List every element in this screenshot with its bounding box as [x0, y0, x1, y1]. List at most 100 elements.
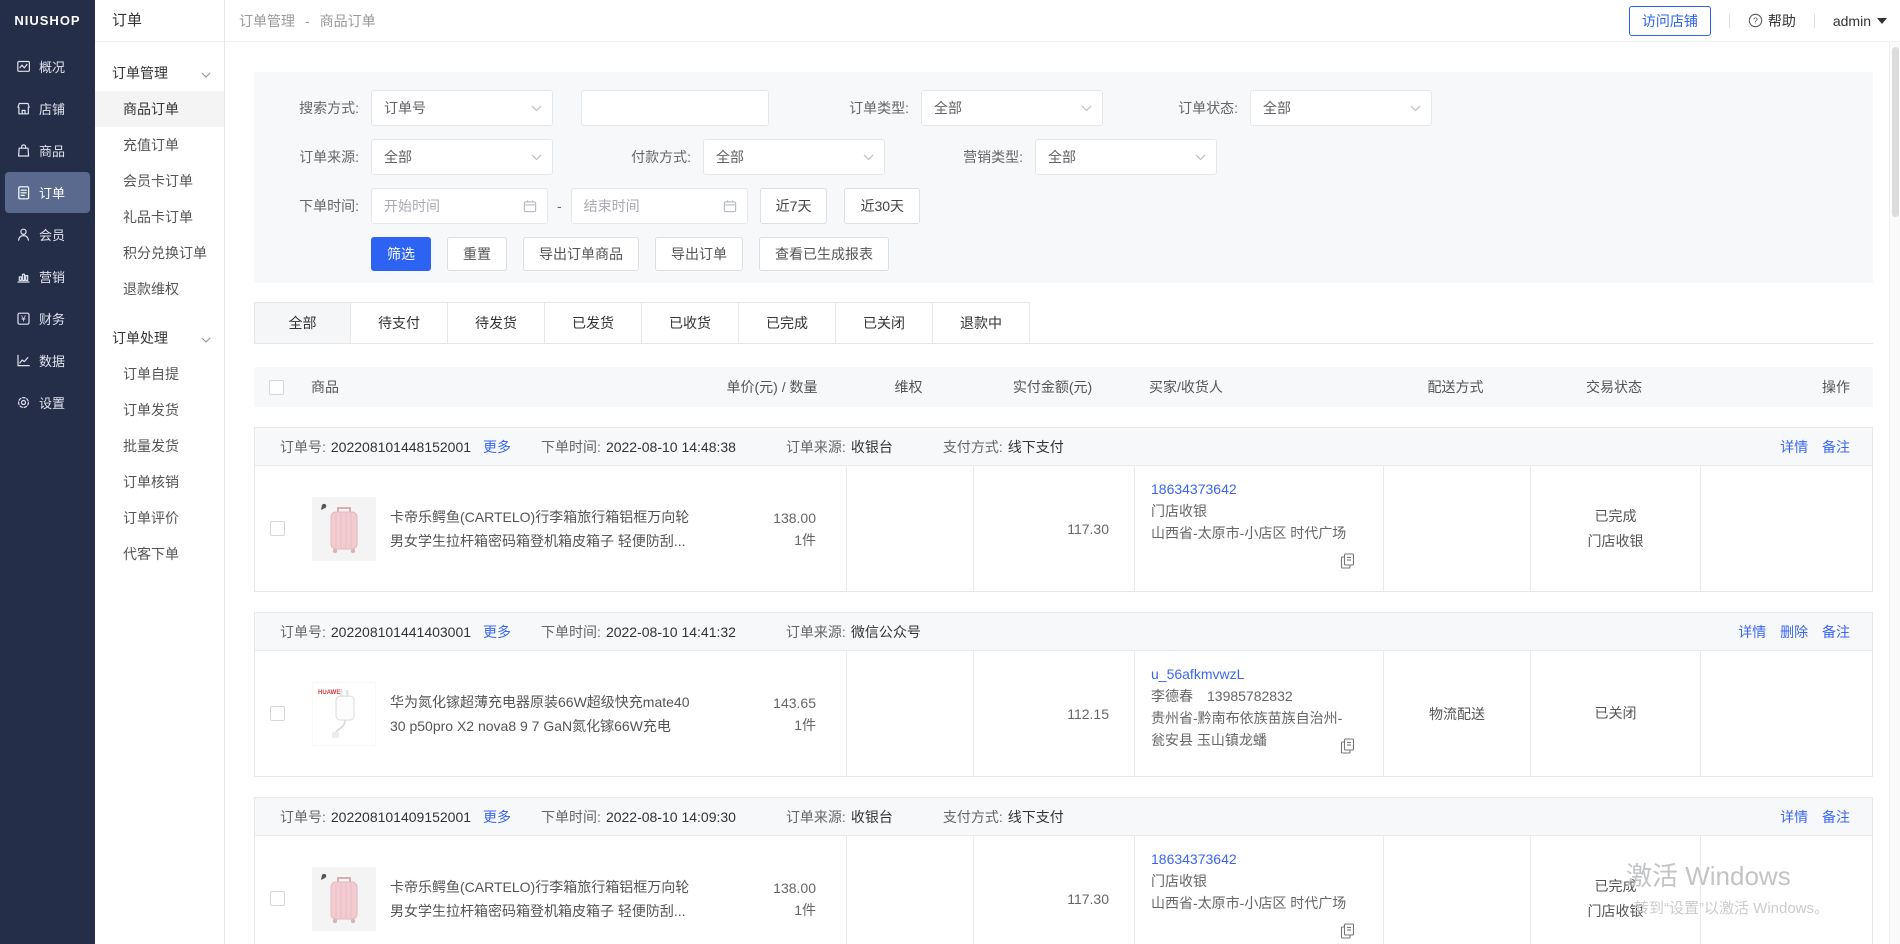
user-menu[interactable]: admin: [1833, 13, 1887, 29]
reset-button[interactable]: 重置: [447, 237, 507, 271]
tab-pending-payment[interactable]: 待支付: [351, 302, 448, 344]
detail-link[interactable]: 详情: [1738, 624, 1766, 640]
chevron-down-icon: [1410, 105, 1421, 112]
tab-pending-shipment[interactable]: 待发货: [448, 302, 545, 344]
detail-link[interactable]: 详情: [1780, 809, 1808, 825]
export-order-goods-button[interactable]: 导出订单商品: [523, 237, 639, 271]
pay-method-label: 付款方式:: [611, 147, 691, 167]
nav-data[interactable]: 数据: [5, 340, 90, 381]
nav-overview[interactable]: 概况: [5, 46, 90, 87]
nav-members[interactable]: 会员: [5, 214, 90, 255]
nav-marketing[interactable]: 营销: [5, 256, 90, 297]
more-link[interactable]: 更多: [483, 437, 511, 457]
remark-link[interactable]: 备注: [1822, 624, 1850, 640]
row-checkbox[interactable]: [270, 521, 285, 536]
view-reports-button[interactable]: 查看已生成报表: [759, 237, 889, 271]
primary-sidebar: NIUSHOP 概况 店铺 商品 订单 会员: [0, 0, 95, 944]
sidebar-item-giftcard-orders[interactable]: 礼品卡订单: [95, 199, 224, 235]
column-buyer: 买家/收货人: [1133, 377, 1382, 397]
sidebar-item-goods-orders[interactable]: 商品订单: [95, 91, 224, 127]
nav-finance[interactable]: ¥ 财务: [5, 298, 90, 339]
buyer-account-link[interactable]: u_56afkmvwzL: [1151, 663, 1350, 685]
content-area: 搜索方式: 订单号 订单类型: 全部 订单状态: 全部: [225, 42, 1900, 944]
order-no-label: 订单号:: [280, 437, 326, 457]
order-status-select[interactable]: 全部: [1250, 90, 1432, 126]
tab-shipped[interactable]: 已发货: [545, 302, 642, 344]
status-line: 已完成: [1595, 504, 1637, 529]
quantity: 1件: [716, 529, 816, 551]
delivery-cell: [1383, 466, 1530, 591]
sidebar-item-membercard-orders[interactable]: 会员卡订单: [95, 163, 224, 199]
sidebar-item-order-review[interactable]: 订单评价: [95, 500, 224, 536]
row-checkbox[interactable]: [270, 706, 285, 721]
nav-group-order-processing[interactable]: 订单处理: [95, 320, 224, 356]
goods-bag-icon: [15, 142, 32, 159]
nav-label: 设置: [39, 393, 65, 412]
select-all-checkbox[interactable]: [269, 380, 284, 395]
overview-icon: [15, 58, 32, 75]
app-root: NIUSHOP 概况 店铺 商品 订单 会员: [0, 0, 1900, 944]
nav-settings[interactable]: 设置: [5, 382, 90, 423]
help-link[interactable]: ? 帮助: [1748, 11, 1796, 31]
visit-shop-button[interactable]: 访问店铺: [1629, 6, 1711, 36]
nav-orders[interactable]: 订单: [5, 172, 90, 213]
sidebar-item-refund[interactable]: 退款维权: [95, 271, 224, 307]
nav-group-order-management[interactable]: 订单管理: [95, 55, 224, 91]
tab-refunding[interactable]: 退款中: [933, 302, 1030, 344]
tab-all[interactable]: 全部: [254, 302, 351, 344]
nav-label: 数据: [39, 351, 65, 370]
operation-cell: [1700, 466, 1873, 591]
price-qty: 138.00 1件: [716, 507, 846, 551]
sidebar-item-recharge-orders[interactable]: 充值订单: [95, 127, 224, 163]
more-link[interactable]: 更多: [483, 622, 511, 642]
delete-link[interactable]: 删除: [1780, 624, 1808, 640]
tab-received[interactable]: 已收货: [642, 302, 739, 344]
nav-shop[interactable]: 店铺: [5, 88, 90, 129]
filter-button[interactable]: 筛选: [371, 237, 431, 271]
status-line: 已完成: [1595, 874, 1637, 899]
sidebar-item-points-orders[interactable]: 积分兑换订单: [95, 235, 224, 271]
nav-label: 营销: [39, 267, 65, 286]
copy-icon[interactable]: [1340, 923, 1355, 944]
order-no-label: 订单号:: [280, 807, 326, 827]
scrollbar-thumb[interactable]: [1892, 47, 1899, 217]
status-cell: 已完成 门店收银: [1530, 466, 1700, 591]
rights-cell: [846, 651, 973, 776]
scrollbar[interactable]: [1889, 42, 1900, 944]
row-checkbox[interactable]: [270, 891, 285, 906]
nav-goods[interactable]: 商品: [5, 130, 90, 171]
copy-icon[interactable]: [1340, 553, 1355, 575]
last-7-days-button[interactable]: 近7天: [760, 188, 828, 224]
end-time-input[interactable]: 结束时间: [571, 188, 748, 224]
sidebar-item-order-delivery[interactable]: 订单发货: [95, 392, 224, 428]
buyer-account-link[interactable]: 18634373642: [1151, 848, 1350, 870]
search-keyword-input[interactable]: [581, 90, 769, 126]
more-link[interactable]: 更多: [483, 807, 511, 827]
buyer-account-link[interactable]: 18634373642: [1151, 478, 1350, 500]
export-orders-button[interactable]: 导出订单: [655, 237, 743, 271]
last-30-days-button[interactable]: 近30天: [844, 188, 920, 224]
remark-link[interactable]: 备注: [1822, 439, 1850, 455]
sidebar-item-self-pickup[interactable]: 订单自提: [95, 356, 224, 392]
copy-icon[interactable]: [1340, 738, 1355, 760]
divider: [1814, 14, 1815, 28]
tab-closed[interactable]: 已关闭: [836, 302, 933, 344]
remark-link[interactable]: 备注: [1822, 809, 1850, 825]
marketing-type-select[interactable]: 全部: [1035, 139, 1217, 175]
sidebar-item-order-verify[interactable]: 订单核销: [95, 464, 224, 500]
order-group-header: 订单号: 202208101409152001 更多 下单时间:2022-08-…: [255, 798, 1872, 835]
sidebar-item-agent-order[interactable]: 代客下单: [95, 536, 224, 572]
detail-link[interactable]: 详情: [1780, 439, 1808, 455]
tab-completed[interactable]: 已完成: [739, 302, 836, 344]
order-source-select[interactable]: 全部: [371, 139, 553, 175]
pay-method-select[interactable]: 全部: [703, 139, 885, 175]
data-chart-icon: [15, 352, 32, 369]
sidebar-item-batch-delivery[interactable]: 批量发货: [95, 428, 224, 464]
order-source: 微信公众号: [851, 624, 921, 640]
search-mode-select[interactable]: 订单号: [371, 90, 553, 126]
caret-down-icon: [1877, 18, 1887, 24]
chevron-down-icon: [531, 105, 542, 112]
start-time-input[interactable]: 开始时间: [371, 188, 548, 224]
order-type-select[interactable]: 全部: [921, 90, 1103, 126]
paid-amount: 117.30: [973, 466, 1134, 591]
